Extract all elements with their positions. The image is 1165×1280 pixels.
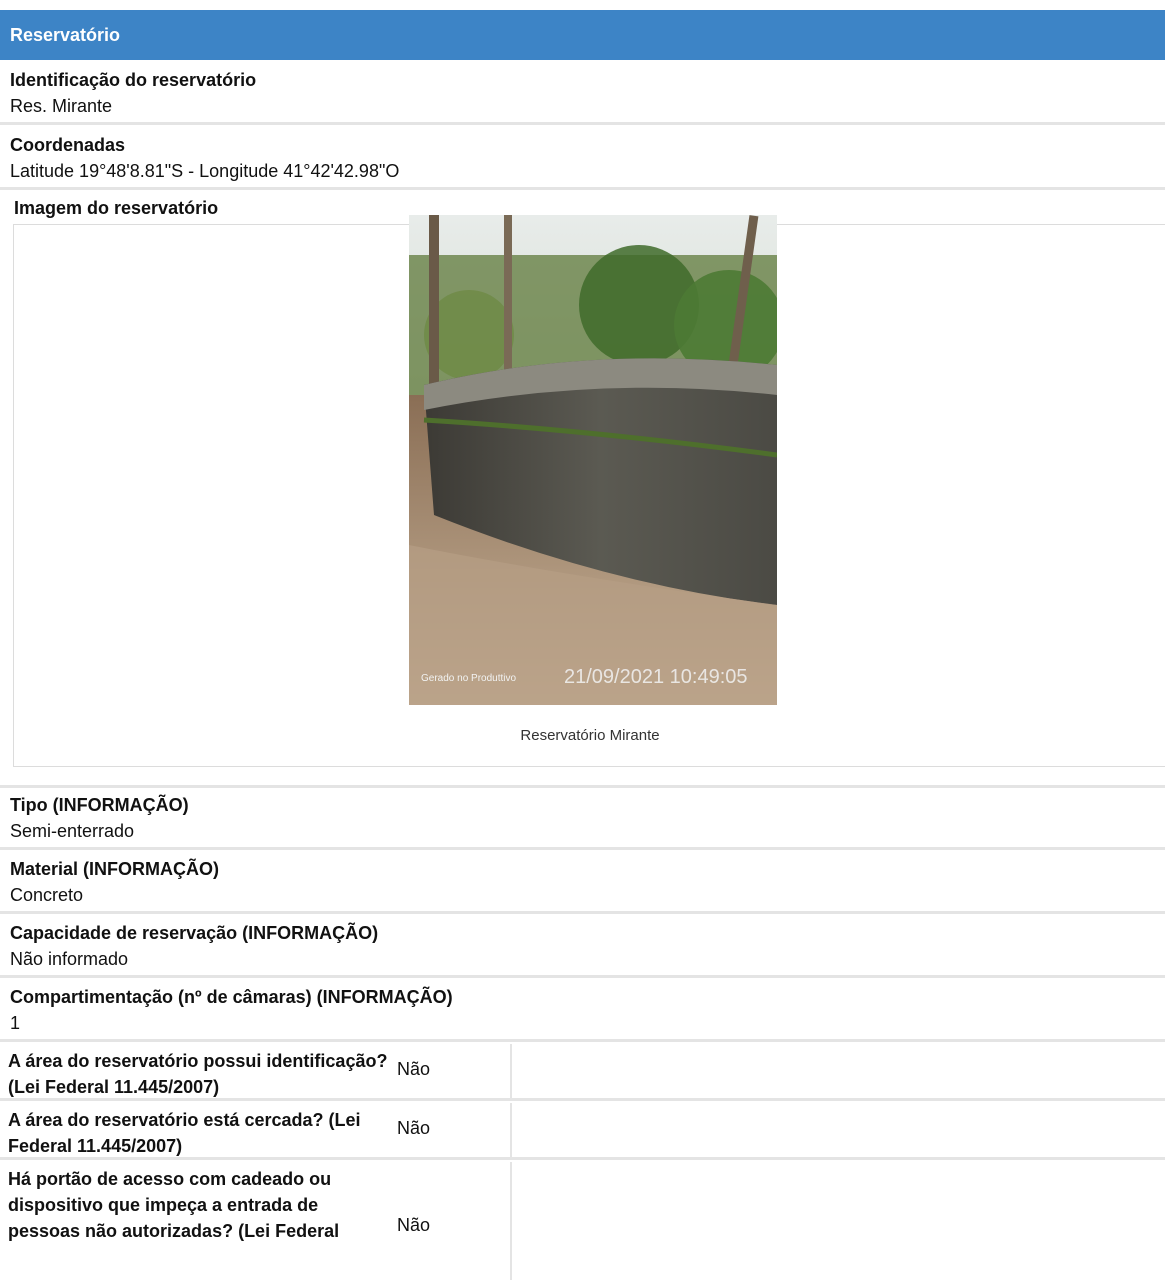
field-value: Semi-enterrado	[10, 821, 135, 841]
reservoir-photo[interactable]: Gerado no Produttivo 21/09/2021 10:49:05	[409, 215, 777, 705]
question-label: A área do reservatório está cercada? (Le…	[8, 1110, 361, 1156]
question-row: A área do reservatório está cercada? (Le…	[0, 1103, 1165, 1160]
field-value: 1	[10, 1013, 21, 1033]
field-label: Identificação do reservatório	[10, 70, 257, 90]
question-label: Há portão de acesso com cadeado ou dispo…	[8, 1169, 340, 1241]
field-label: Coordenadas	[10, 135, 126, 155]
question-row: Há portão de acesso com cadeado ou dispo…	[0, 1162, 1165, 1280]
photo-watermark-source: Gerado no Produttivo	[421, 673, 516, 684]
field-coordenadas: Coordenadas Latitude 19°48'8.81"S - Long…	[0, 127, 1165, 190]
field-material: Material (INFORMAÇÃO) Concreto	[0, 852, 1165, 914]
column-divider	[510, 1044, 512, 1098]
image-section-title: Imagem do reservatório	[14, 198, 219, 218]
image-caption: Reservatório Mirante	[520, 727, 660, 744]
image-frame: Gerado no Produttivo 21/09/2021 10:49:05…	[13, 215, 1165, 767]
field-value: Latitude 19°48'8.81"S - Longitude 41°42'…	[10, 161, 400, 181]
field-label: Compartimentação (nº de câmaras) (INFORM…	[10, 987, 453, 1007]
question-row: A área do reservatório possui identifica…	[0, 1044, 1165, 1101]
field-value: Não informado	[10, 949, 129, 969]
field-compartimentacao: Compartimentação (nº de câmaras) (INFORM…	[0, 980, 1165, 1042]
section-header: Reservatório	[0, 10, 1165, 60]
field-value: Res. Mirante	[10, 96, 113, 116]
column-divider	[510, 1103, 512, 1157]
photo-watermark-timestamp: 21/09/2021 10:49:05	[564, 666, 748, 688]
field-label: Capacidade de reservação (INFORMAÇÃO)	[10, 923, 379, 943]
field-capacidade: Capacidade de reservação (INFORMAÇÃO) Nã…	[0, 916, 1165, 978]
question-answer: Não	[397, 1215, 431, 1235]
field-label: Tipo (INFORMAÇÃO)	[10, 795, 189, 815]
question-answer: Não	[397, 1118, 431, 1138]
field-value: Concreto	[10, 885, 84, 905]
question-label: A área do reservatório possui identifica…	[8, 1051, 388, 1097]
field-label: Material (INFORMAÇÃO)	[10, 859, 220, 879]
image-section: Imagem do reservatório Gerado no Produtt…	[0, 190, 1165, 788]
field-tipo: Tipo (INFORMAÇÃO) Semi-enterrado	[0, 788, 1165, 850]
field-identificacao: Identificação do reservatório Res. Miran…	[0, 62, 1165, 125]
report-page: Reservatório Identificação do reservatór…	[0, 0, 1165, 1280]
question-answer: Não	[397, 1059, 431, 1079]
section-title: Reservatório	[10, 25, 121, 45]
column-divider	[510, 1162, 512, 1280]
